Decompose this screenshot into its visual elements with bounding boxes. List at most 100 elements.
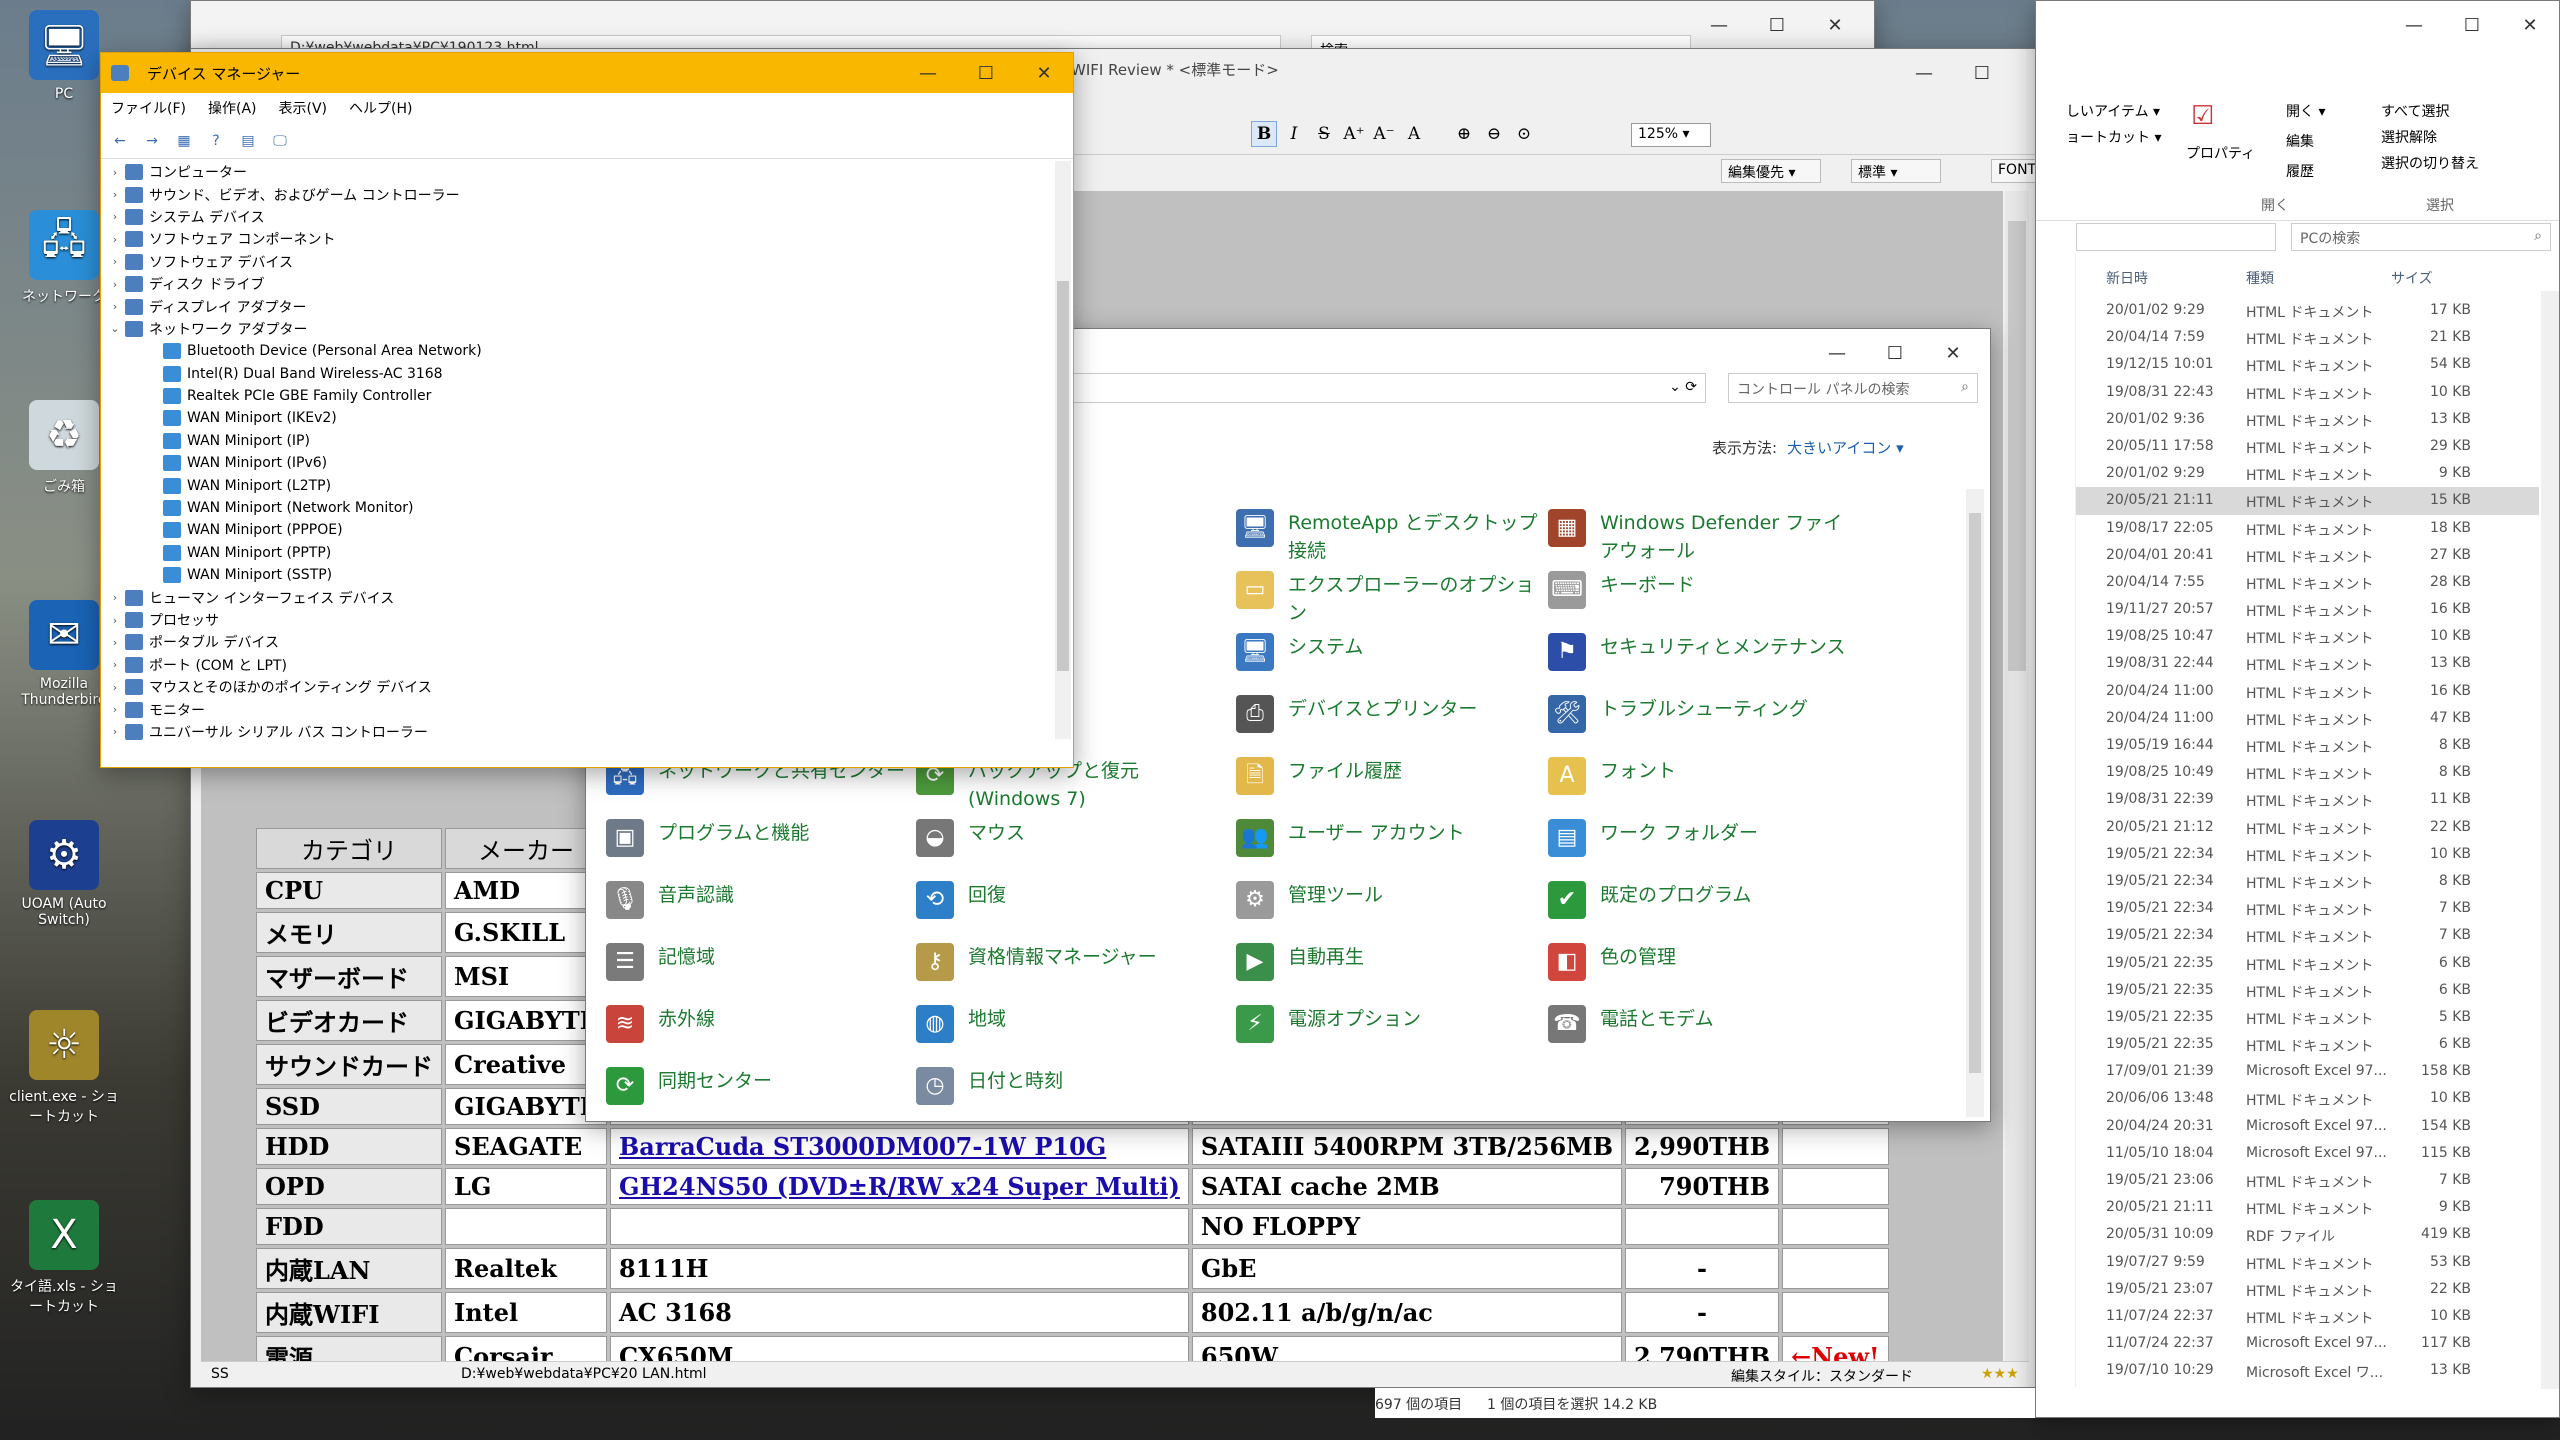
cp-item[interactable]: 🖥 RemoteApp とデスクトップ接続 (1236, 509, 1546, 565)
explorer-scrollbar[interactable] (2541, 291, 2559, 1389)
expand-chevron-icon[interactable]: › (105, 703, 125, 716)
dropdown-0[interactable]: 編集優先 ▾ (1721, 159, 1821, 183)
device-category[interactable]: › ポート (COM と LPT) (105, 654, 1053, 676)
file-row[interactable]: 19/05/21 22:34 HTML ドキュメント 10 KB (2076, 841, 2539, 868)
file-row[interactable]: 19/05/21 23:06 HTML ドキュメント 7 KB (2076, 1167, 2539, 1194)
cp-item[interactable]: ◧ 色の管理 (1548, 943, 1858, 981)
file-row[interactable]: 20/04/24 11:00 HTML ドキュメント 16 KB (2076, 678, 2539, 705)
cp-item[interactable]: ◒ マウス (916, 819, 1226, 857)
cp-item[interactable]: ⌨ キーボード (1548, 571, 1858, 609)
open-button[interactable]: 開く ▾ (2286, 101, 2325, 121)
file-row[interactable]: 20/06/06 13:48 HTML ドキュメント 10 KB (2076, 1085, 2539, 1112)
toolbar-button-5-icon[interactable]: 🖵 (269, 130, 291, 152)
cp-item[interactable]: ✔ 既定のプログラム (1548, 881, 1858, 919)
select-all-button[interactable]: すべて選択 (2381, 101, 2449, 121)
device-item[interactable]: WAN Miniport (SSTP) (105, 564, 1053, 586)
expand-chevron-icon[interactable]: › (105, 681, 125, 694)
file-row[interactable]: 20/01/02 9:29 HTML ドキュメント 9 KB (2076, 460, 2539, 487)
cp-item[interactable]: ⟲ 回復 (916, 881, 1226, 919)
device-category[interactable]: › モニター (105, 698, 1053, 720)
file-row[interactable]: 11/05/10 18:04 Microsoft Excel 97... 115 K… (2076, 1140, 2539, 1167)
file-row[interactable]: 19/05/19 16:44 HTML ドキュメント 8 KB (2076, 732, 2539, 759)
cp-item[interactable]: 🖥 システム (1236, 633, 1546, 671)
file-row[interactable]: 19/08/17 22:05 HTML ドキュメント 18 KB (2076, 515, 2539, 542)
dropdown-1[interactable]: 標準 ▾ (1851, 159, 1941, 183)
expand-chevron-icon[interactable]: › (105, 278, 125, 291)
cp-item[interactable]: ▤ ワーク フォルダー (1548, 819, 1858, 857)
device-item[interactable]: WAN Miniport (IKEv2) (105, 407, 1053, 429)
cp-item[interactable]: ☰ 記憶域 (606, 943, 916, 981)
expand-chevron-icon[interactable]: › (105, 725, 125, 738)
device-category[interactable]: ⌄ ネットワーク アダプター (105, 318, 1053, 340)
file-row[interactable]: 19/07/10 10:29 Microsoft Excel ワ... 13 KB (2076, 1357, 2539, 1384)
file-row[interactable]: 20/04/24 20:31 Microsoft Excel 97... 154 K… (2076, 1113, 2539, 1140)
file-row[interactable]: 19/05/21 22:35 HTML ドキュメント 5 KB (2076, 1004, 2539, 1031)
format-button-7[interactable]: ⊖ (1481, 121, 1507, 147)
devmgr-scrollbar[interactable] (1055, 161, 1071, 739)
cp-item[interactable]: ⎙ デバイスとプリンター (1236, 695, 1546, 733)
toolbar-button-3-icon[interactable]: ? (205, 130, 227, 152)
properties-button[interactable]: プロパティ (2186, 143, 2255, 163)
device-category[interactable]: › ポータブル デバイス (105, 631, 1053, 653)
menu-item-3[interactable]: ヘルプ(H) (349, 98, 412, 118)
device-item[interactable]: Intel(R) Dual Band Wireless-AC 3168 (105, 363, 1053, 385)
desktop-icon[interactable]: ⚙ UOAM (Auto Switch) (4, 820, 124, 928)
cell-model[interactable]: GH24NS50 (DVD±R/RW x24 Super Multi) (610, 1168, 1189, 1205)
cp-item[interactable]: ▶ 自動再生 (1236, 943, 1546, 981)
file-row[interactable]: 19/12/15 10:01 HTML ドキュメント 54 KB (2076, 351, 2539, 378)
expand-chevron-icon[interactable]: › (105, 658, 125, 671)
minimize-icon[interactable]: — (1690, 1, 1748, 49)
file-row[interactable]: 20/05/21 21:11 HTML ドキュメント 15 KB (2076, 487, 2539, 515)
cp-scrollbar[interactable] (1966, 489, 1984, 1117)
file-row[interactable]: 19/05/21 22:35 HTML ドキュメント 6 KB (2076, 977, 2539, 1004)
select-none-button[interactable]: 選択解除 (2381, 127, 2437, 147)
cp-item[interactable]: 👥 ユーザー アカウント (1236, 819, 1546, 857)
file-row[interactable]: 20/05/21 21:12 HTML ドキュメント 22 KB (2076, 814, 2539, 841)
new-item-button[interactable]: しいアイテム ▾ (2066, 101, 2160, 121)
history-button[interactable]: 履歴 (2286, 161, 2314, 181)
zoom-select[interactable]: 125% ▾ (1631, 123, 1711, 147)
file-row[interactable]: 19/08/25 10:47 HTML ドキュメント 10 KB (2076, 623, 2539, 650)
format-button-6[interactable]: ⊕ (1451, 121, 1477, 147)
toolbar-button-1-icon[interactable]: → (141, 130, 163, 152)
col-modified[interactable]: 新日時 (2106, 268, 2148, 288)
format-button-0[interactable]: B (1251, 121, 1277, 147)
device-item[interactable]: WAN Miniport (PPPOE) (105, 519, 1053, 541)
maximize-icon[interactable]: ☐ (1953, 49, 2011, 97)
expand-chevron-icon[interactable]: › (105, 166, 125, 179)
device-category[interactable]: › マウスとそのほかのポインティング デバイス (105, 676, 1053, 698)
menu-item-2[interactable]: 表示(V) (279, 98, 328, 118)
explorer-search-input[interactable]: PCの検索 ⌕ (2291, 223, 2551, 251)
file-row[interactable]: 20/01/02 9:36 HTML ドキュメント 13 KB (2076, 406, 2539, 433)
expand-chevron-icon[interactable]: › (105, 233, 125, 246)
cp-item[interactable]: ▭ エクスプローラーのオプション (1236, 571, 1546, 627)
edit-button[interactable]: 編集 (2286, 131, 2314, 151)
view-by-dropdown[interactable]: 大きいアイコン ▾ (1787, 439, 1904, 457)
close-icon[interactable]: ✕ (2501, 1, 2559, 49)
maximize-icon[interactable]: ☐ (2443, 1, 2501, 49)
scroll-thumb[interactable] (2008, 221, 2026, 671)
file-row[interactable]: 19/05/21 22:35 HTML ドキュメント 6 KB (2076, 1031, 2539, 1058)
cp-item[interactable]: ◍ 地域 (916, 1005, 1226, 1043)
cp-item[interactable]: ☎ 電話とモデム (1548, 1005, 1858, 1043)
scroll-thumb[interactable] (1969, 513, 1981, 1073)
toolbar-button-4-icon[interactable]: ▤ (237, 130, 259, 152)
format-button-8[interactable]: ⊙ (1511, 121, 1537, 147)
col-type[interactable]: 種類 (2246, 268, 2274, 288)
device-category[interactable]: › システム デバイス (105, 206, 1053, 228)
device-category[interactable]: › コンピューター (105, 161, 1053, 183)
file-row[interactable]: 20/01/02 9:29 HTML ドキュメント 17 KB (2076, 297, 2539, 324)
device-item[interactable]: WAN Miniport (PPTP) (105, 542, 1053, 564)
expand-chevron-icon[interactable]: › (105, 188, 125, 201)
close-icon[interactable]: ✕ (1924, 329, 1982, 377)
device-category[interactable]: › プロセッサ (105, 609, 1053, 631)
file-row[interactable]: 20/05/11 17:58 HTML ドキュメント 29 KB (2076, 433, 2539, 460)
cp-search-input[interactable]: コントロール パネルの検索 ⌕ (1728, 373, 1978, 403)
menu-item-0[interactable]: ファイル(F) (111, 98, 186, 118)
scroll-thumb[interactable] (1057, 281, 1069, 671)
file-row[interactable]: 20/04/14 7:59 HTML ドキュメント 21 KB (2076, 324, 2539, 351)
cp-item[interactable]: ≋ 赤外線 (606, 1005, 916, 1043)
file-row[interactable]: 11/07/24 22:37 Microsoft Excel 97... 117 K… (2076, 1330, 2539, 1357)
invert-selection-button[interactable]: 選択の切り替え (2381, 153, 2479, 173)
expand-chevron-icon[interactable]: › (105, 210, 125, 223)
